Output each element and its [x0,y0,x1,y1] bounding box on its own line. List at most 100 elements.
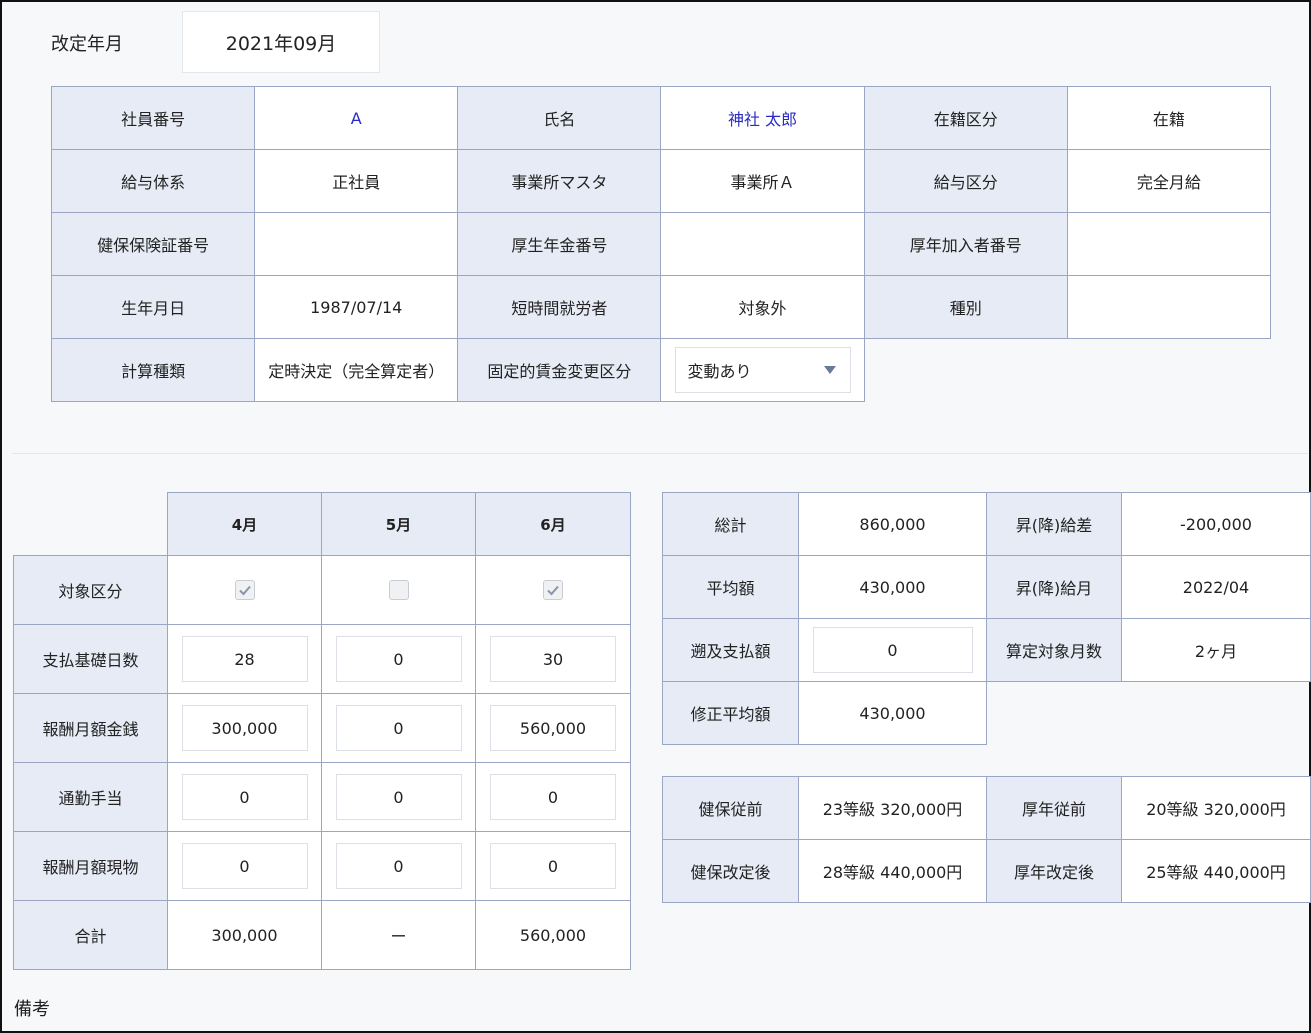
empty-cell [987,682,1122,745]
month-header: 5月 [321,492,476,556]
in-kind-pay-input[interactable]: 0 [335,843,462,889]
revision-label: 改定年月 [51,34,123,55]
office-value: 事業所Ａ [660,149,865,213]
empty-cell [1122,682,1311,745]
salary-system-label: 給与体系 [50,149,256,213]
employee-id-value[interactable]: A [254,86,459,150]
kounen-after-value: 25等級 440,000円 [1121,839,1311,903]
summary-table: 総計 860,000 昇(降)給差 -200,000 平均額 430,000 昇… [662,492,1311,745]
cash-pay-input[interactable]: 300,000 [181,705,308,751]
fixed-wage-change-select[interactable]: 変動あり [674,347,851,393]
grand-total-value: 860,000 [798,492,987,556]
payment-days-input[interactable]: 30 [490,636,616,682]
raise-month-label: 昇(降)給月 [986,555,1122,619]
kenpo-before-label: 健保従前 [662,776,799,840]
average-value: 430,000 [798,555,987,619]
pension-member-no-value [1066,212,1272,276]
retro-pay-input[interactable]: 0 [812,627,973,673]
total-value: 300,000 [167,900,322,970]
cash-pay-input[interactable]: 560,000 [490,705,616,751]
commute-allowance-input[interactable]: 0 [335,774,462,820]
cash-pay-cell: 300,000 [167,693,322,763]
fixed-wage-change-cell: 変動あり [660,338,865,402]
fixed-wage-change-label: 固定的賃金変更区分 [457,338,662,402]
commute-allowance-label: 通勤手当 [13,762,168,832]
pension-no-value [660,212,865,276]
revision-month-field[interactable]: 2021年09月 [182,11,380,73]
payment-days-cell: 0 [321,624,476,694]
remarks-label: 備考 [14,999,50,1020]
cash-pay-cell: 0 [321,693,476,763]
kenpo-after-value: 28等級 440,000円 [798,839,987,903]
target-checkbox[interactable] [543,580,563,600]
revision-form: 改定年月 2021年09月 社員番号 A 氏名 神社 太郎 在籍区分 在籍 給与… [0,0,1311,1033]
salary-type-label: 給与区分 [863,149,1068,213]
corner-cell [14,493,168,556]
office-label: 事業所マスタ [457,149,662,213]
cash-pay-input[interactable]: 0 [335,705,462,751]
payment-days-cell: 30 [475,624,631,694]
raise-diff-value: -200,000 [1121,492,1311,556]
payment-days-label: 支払基礎日数 [13,624,168,694]
fixed-wage-change-selected: 変動あり [687,362,752,381]
retro-pay-cell: 0 [798,618,987,682]
salary-system-value: 正社員 [254,149,459,213]
in-kind-pay-input[interactable]: 0 [490,843,616,889]
in-kind-pay-cell: 0 [321,831,476,901]
month-header: 4月 [167,492,322,556]
health-insurance-no-label: 健保保険証番号 [50,212,256,276]
commute-allowance-cell: 0 [475,762,631,832]
birthdate-label: 生年月日 [50,275,256,339]
target-cell [167,555,322,625]
calc-type-value: 定時決定（完全算定者） [254,338,459,402]
adjusted-average-value: 430,000 [798,681,987,745]
commute-allowance-input[interactable]: 0 [490,774,616,820]
pension-no-label: 厚生年金番号 [457,212,662,276]
health-insurance-no-value [254,212,459,276]
cash-pay-label: 報酬月額金銭 [13,693,168,763]
month-header: 6月 [475,492,631,556]
target-months-label: 算定対象月数 [986,618,1122,682]
kenpo-before-value: 23等級 320,000円 [798,776,987,840]
calc-type-label: 計算種類 [50,338,256,402]
birthdate-value: 1987/07/14 [254,275,459,339]
check-icon [238,585,251,596]
in-kind-pay-input[interactable]: 0 [181,843,308,889]
commute-allowance-cell: 0 [167,762,322,832]
total-label: 合計 [13,900,168,970]
grand-total-label: 総計 [662,492,799,556]
payment-days-input[interactable]: 0 [335,636,462,682]
commute-allowance-input[interactable]: 0 [181,774,308,820]
kounen-before-value: 20等級 320,000円 [1121,776,1311,840]
kounen-before-label: 厚年従前 [986,776,1122,840]
check-icon [547,585,559,596]
retro-pay-label: 遡及支払額 [662,618,799,682]
in-kind-pay-cell: 0 [475,831,631,901]
enrollment-label: 在籍区分 [863,86,1068,150]
average-label: 平均額 [662,555,799,619]
kenpo-after-label: 健保改定後 [662,839,799,903]
total-value: 560,000 [475,900,631,970]
category-label: 種別 [863,275,1068,339]
target-cell [475,555,631,625]
empty-cell [1067,339,1270,402]
target-months-value: 2ヶ月 [1121,618,1311,682]
pension-member-no-label: 厚年加入者番号 [863,212,1068,276]
enrollment-value: 在籍 [1066,86,1272,150]
section-divider [12,453,1308,454]
in-kind-pay-label: 報酬月額現物 [13,831,168,901]
monthly-table: 4月 5月 6月 対象区分 支払基礎日数 28 0 30 報酬月額金銭 300,… [13,492,631,970]
grade-table: 健保従前 23等級 320,000円 厚年従前 20等級 320,000円 健保… [662,776,1311,903]
target-checkbox[interactable] [388,580,409,600]
target-checkbox[interactable] [234,580,255,600]
name-value[interactable]: 神社 太郎 [660,86,865,150]
in-kind-pay-cell: 0 [167,831,322,901]
cash-pay-cell: 560,000 [475,693,631,763]
empty-cell [864,339,1067,402]
name-label: 氏名 [457,86,662,150]
target-label: 対象区分 [13,555,168,625]
short-time-worker-value: 対象外 [660,275,865,339]
commute-allowance-cell: 0 [321,762,476,832]
raise-diff-label: 昇(降)給差 [986,492,1122,556]
payment-days-input[interactable]: 28 [181,636,308,682]
